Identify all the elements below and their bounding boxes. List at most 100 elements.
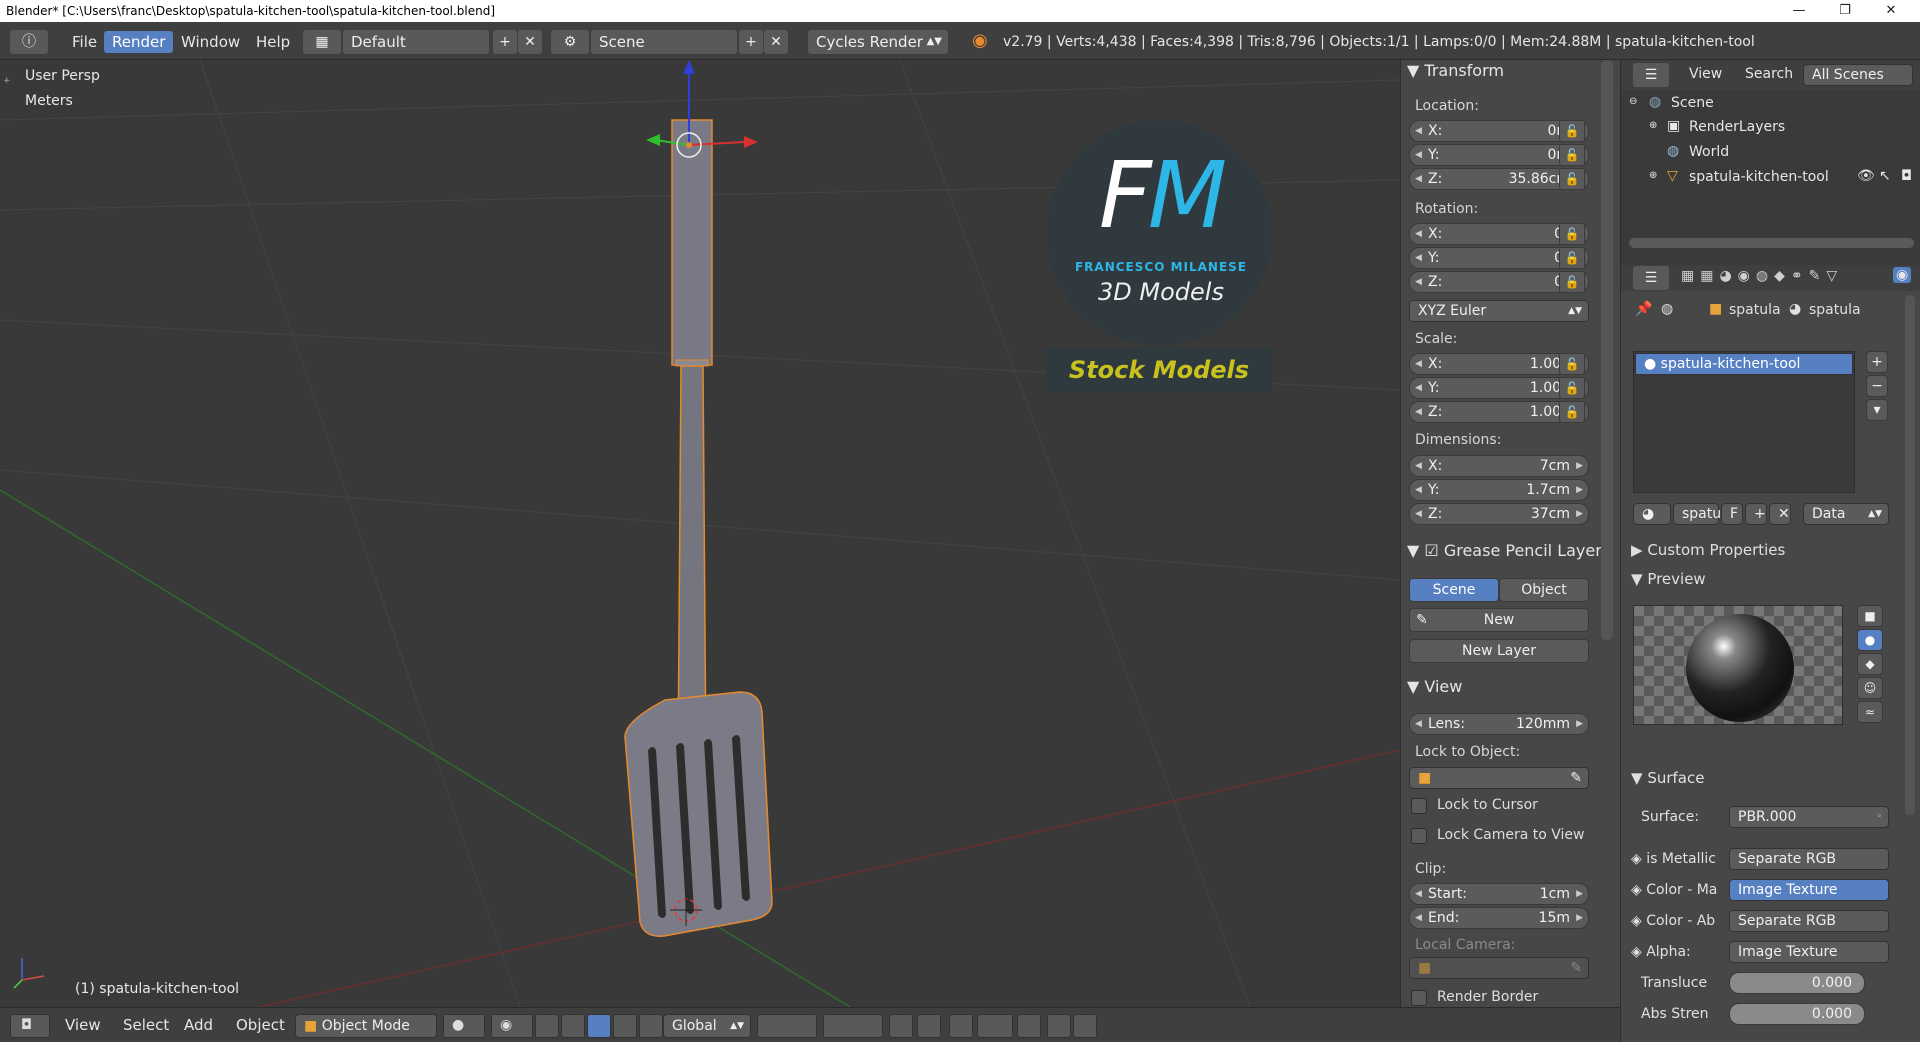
rotation-mode-select[interactable]: XYZ Euler ▲▼ (1409, 300, 1589, 322)
lock-layer-icon[interactable] (889, 1014, 913, 1038)
fake-user-button[interactable]: F (1721, 503, 1743, 525)
view-panel-header[interactable]: ▼ View (1407, 676, 1462, 698)
mode-select[interactable]: ■ Object Mode (295, 1014, 437, 1038)
preview-monkey-icon[interactable]: ☺ (1857, 677, 1883, 699)
outliner-item-world[interactable]: World (1689, 144, 1729, 160)
editor-type-icon[interactable]: ⓘ (10, 30, 48, 54)
material-tab-icon[interactable]: ◉ (1893, 267, 1912, 283)
lock-icon[interactable]: 🔓 (1559, 401, 1585, 423)
add-slot-button[interactable]: + (1866, 351, 1888, 373)
pin-icon[interactable]: 📌 (1635, 301, 1652, 317)
unlink-material-icon[interactable]: ✕ (1769, 503, 1791, 525)
preview-header[interactable]: ▼ Preview (1631, 570, 1706, 588)
slot-menu-button[interactable]: ▾ (1866, 399, 1888, 421)
gizmo-y-arrow[interactable] (646, 134, 660, 146)
preview-flat-icon[interactable]: ■ (1857, 605, 1883, 627)
lock-camera-checkbox[interactable] (1411, 828, 1427, 844)
lock-icon[interactable]: 🔓 (1559, 247, 1585, 269)
scale-manipulator-icon[interactable] (613, 1014, 637, 1038)
snap-target-icon[interactable] (1017, 1014, 1041, 1038)
layers-grid-2[interactable] (823, 1014, 883, 1038)
eyedropper-icon[interactable]: ✎ (1570, 768, 1582, 788)
color-ma-input-select[interactable]: Image Texture (1729, 879, 1889, 901)
orientation-select[interactable]: Global ▲▼ (663, 1014, 751, 1038)
outliner-editor-icon[interactable]: ☰ (1633, 63, 1669, 87)
expand-icon[interactable]: ⊕ (1649, 170, 1657, 181)
gp-new-button[interactable]: ✎ New (1409, 608, 1589, 632)
outliner-filter-select[interactable]: All Scenes (1803, 64, 1913, 86)
render-border-checkbox[interactable] (1411, 990, 1427, 1006)
link-mode-select[interactable]: Data ▲▼ (1803, 503, 1889, 525)
material-browse-icon[interactable]: ◕ (1633, 503, 1671, 525)
menu-select[interactable]: Select (123, 1016, 169, 1034)
lock-to-object-field[interactable]: ■ ✎ (1409, 767, 1589, 789)
enable-checkbox-icon[interactable]: ☑ (1424, 541, 1443, 560)
minimize-button[interactable]: — (1776, 0, 1822, 22)
scene-icon[interactable]: ⚙ (551, 30, 589, 54)
gp-new-layer-button[interactable]: New Layer (1409, 639, 1589, 663)
snap-toggle-icon[interactable] (949, 1014, 973, 1038)
layers-grid-1[interactable] (757, 1014, 817, 1038)
remove-layout-icon[interactable]: ✕ (518, 30, 542, 54)
spatula-mesh[interactable] (624, 119, 773, 937)
menu-render[interactable]: Render (104, 31, 174, 53)
outliner-item-spatula[interactable]: spatula-kitchen-tool (1689, 169, 1829, 185)
lock-icon[interactable]: 🔓 (1559, 377, 1585, 399)
material-slot-item[interactable]: ● spatula-kitchen-tool (1635, 353, 1853, 375)
local-camera-field[interactable]: ■ ✎ (1409, 957, 1589, 979)
opengl-anim-icon[interactable] (1073, 1014, 1097, 1038)
visibility-eye-icon[interactable]: 👁 (1857, 168, 1875, 184)
outliner-item-scene[interactable]: Scene (1671, 95, 1714, 111)
color-ab-input-select[interactable]: Separate RGB (1729, 910, 1889, 932)
lock-icon[interactable]: 🔓 (1559, 271, 1585, 293)
context-tabs-icon[interactable]: ▦▦◕◉◍◆⚭✎▽ (1681, 268, 1843, 284)
preview-cube-icon[interactable]: ◆ (1857, 653, 1883, 675)
shading-select-icon[interactable]: ● (443, 1014, 485, 1038)
preview-hair-icon[interactable]: ≈ (1857, 701, 1883, 723)
npanel-scrollbar[interactable] (1601, 60, 1613, 640)
opengl-render-icon[interactable] (1047, 1014, 1071, 1038)
add-scene-icon[interactable]: + (739, 30, 763, 54)
dimensions-x-field[interactable]: ◀ X: 7cm ▶ (1409, 455, 1589, 477)
alpha-input-select[interactable]: Image Texture (1729, 941, 1889, 963)
manipulator-extra-icon[interactable] (639, 1014, 663, 1038)
toolshelf-toggle-icon[interactable]: + (3, 76, 11, 86)
gizmo-x-arrow[interactable] (744, 136, 758, 148)
clip-end-field[interactable]: ◀ End: 15m ▶ (1409, 907, 1589, 929)
expand-icon[interactable]: ⊕ (1649, 120, 1657, 131)
layout-icon[interactable]: ▦ (303, 30, 341, 54)
socket-icon[interactable]: ◈ (1631, 851, 1646, 867)
outliner-search-menu[interactable]: Search (1745, 66, 1793, 82)
menu-object[interactable]: Object (236, 1016, 285, 1034)
menu-view[interactable]: View (65, 1016, 101, 1034)
metallic-input-select[interactable]: Separate RGB (1729, 848, 1889, 870)
render-engine-select[interactable]: Cycles Render ▲▼ (808, 30, 948, 54)
lock-icon[interactable]: 🔓 (1559, 168, 1585, 190)
manipulator-toggle-icon[interactable] (535, 1014, 559, 1038)
translate-manipulator-icon[interactable] (561, 1014, 585, 1038)
menu-add[interactable]: Add (184, 1016, 213, 1034)
clip-start-field[interactable]: ◀ Start: 1cm ▶ (1409, 883, 1589, 905)
dimensions-y-field[interactable]: ◀ Y: 1.7cm ▶ (1409, 479, 1589, 501)
remove-slot-button[interactable]: − (1866, 375, 1888, 397)
new-material-icon[interactable]: + (1745, 503, 1767, 525)
transform-panel-header[interactable]: ▼ Transform (1407, 60, 1504, 82)
socket-icon[interactable]: ◈ (1631, 882, 1646, 898)
outliner-view-menu[interactable]: View (1689, 66, 1722, 82)
lock-icon[interactable]: 🔓 (1559, 223, 1585, 245)
close-window-button[interactable]: ✕ (1868, 0, 1914, 22)
expand-icon[interactable]: ⊖ (1629, 96, 1637, 107)
material-name-field[interactable]: spatu (1673, 503, 1721, 525)
outliner-item-renderlayers[interactable]: RenderLayers (1689, 119, 1785, 135)
preview-sphere-icon[interactable]: ● (1857, 629, 1883, 651)
proportional-edit-icon[interactable] (917, 1014, 941, 1038)
socket-icon[interactable]: ◈ (1631, 944, 1646, 960)
dimensions-z-field[interactable]: ◀ Z: 37cm ▶ (1409, 503, 1589, 525)
transluce-slider[interactable]: 0.000 (1729, 972, 1865, 994)
custom-properties-header[interactable]: ▶ Custom Properties (1631, 541, 1785, 559)
3d-viewport[interactable]: FM FRANCESCO MILANESE 3D Models Stock Mo… (0, 60, 1400, 1007)
menu-window[interactable]: Window (173, 31, 248, 53)
menu-help[interactable]: Help (248, 31, 298, 53)
properties-scrollbar[interactable] (1905, 295, 1915, 815)
gp-scene-button[interactable]: Scene (1409, 578, 1499, 602)
